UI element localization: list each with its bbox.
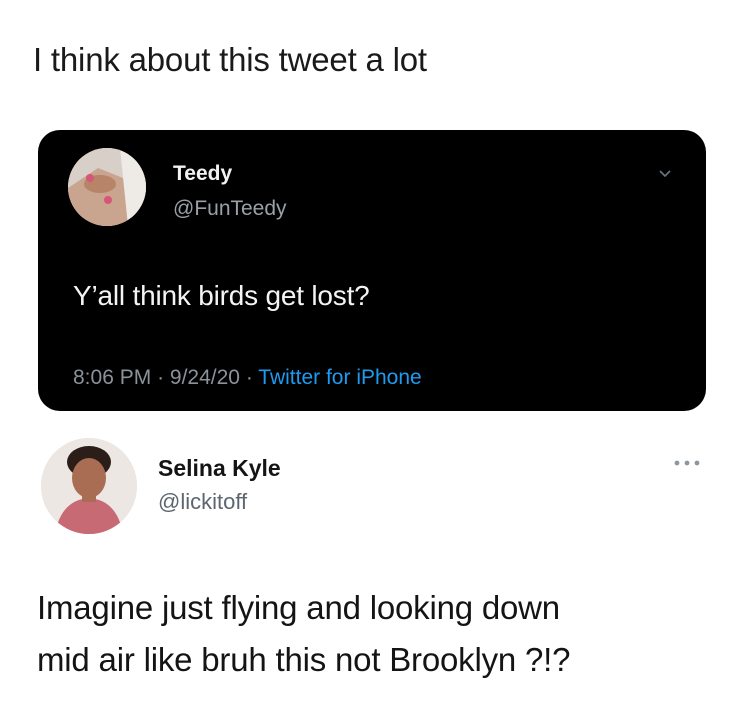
author-avatar-image xyxy=(68,148,146,226)
reply-avatar-image xyxy=(41,438,137,534)
meme-caption: I think about this tweet a lot xyxy=(33,41,427,78)
meta-separator: · xyxy=(157,366,165,389)
tweet-time: 8:06 PM xyxy=(73,366,152,389)
tweet-meta: 8:06 PM · 9/24/20 · Twitter for iPhone xyxy=(73,366,422,390)
tweet-text: Y’all think birds get lost? xyxy=(73,280,370,311)
author-name[interactable]: Teedy xyxy=(173,162,232,186)
author-handle[interactable]: @FunTeedy xyxy=(173,197,287,221)
tweet-source-link[interactable]: Twitter for iPhone xyxy=(258,366,421,389)
more-options-icon[interactable] xyxy=(672,458,702,468)
reply-text-line: Imagine just flying and looking down xyxy=(37,589,560,626)
author-avatar[interactable] xyxy=(68,148,146,226)
chevron-down-icon[interactable] xyxy=(658,166,672,180)
tweet-date[interactable]: 9/24/20 xyxy=(170,366,240,389)
reply-author-avatar[interactable] xyxy=(41,438,137,534)
meta-separator: · xyxy=(245,366,253,389)
original-tweet-card[interactable]: Teedy @FunTeedy Y’all think birds get lo… xyxy=(38,130,706,411)
reply-text-line: mid air like bruh this not Brooklyn ?!? xyxy=(37,641,571,678)
reply-author-name[interactable]: Selina Kyle xyxy=(158,455,281,482)
reply-tweet-text: Imagine just flying and looking down mid… xyxy=(37,582,727,686)
reply-author-handle[interactable]: @lickitoff xyxy=(158,489,247,515)
